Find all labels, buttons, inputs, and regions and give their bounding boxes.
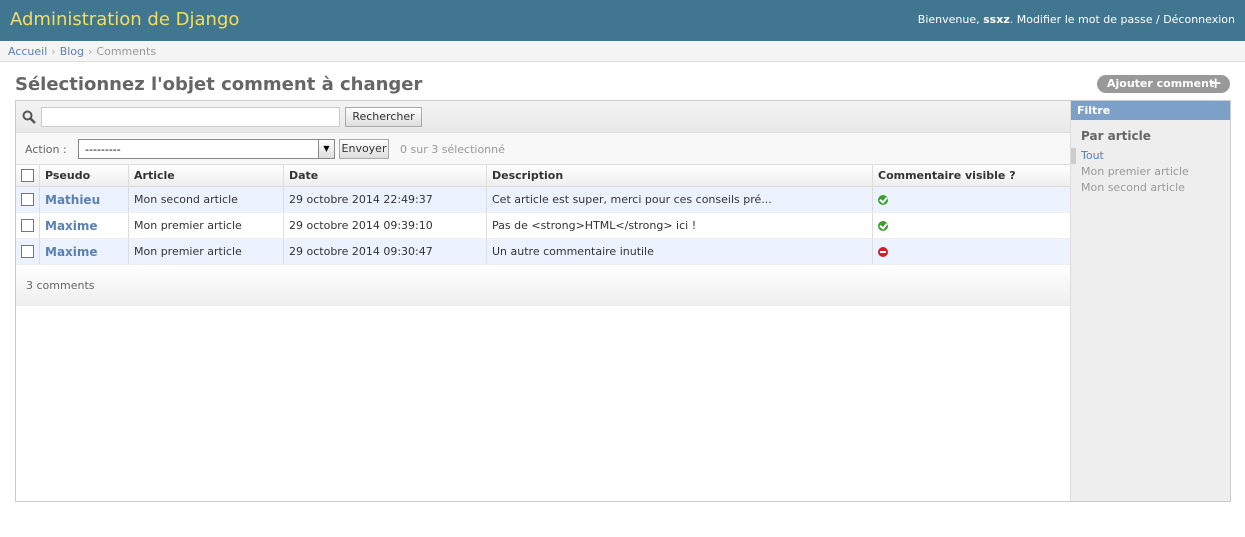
visible-cell [872, 186, 1070, 213]
breadcrumb-separator: › [88, 45, 93, 58]
row-select-cell [16, 186, 40, 213]
select-all-header [16, 165, 40, 187]
actions-bar: Action : --------- ▼ Envoyer 0 sur 3 sél… [16, 133, 1070, 165]
date-cell: 29 octobre 2014 09:30:47 [283, 238, 487, 265]
plus-icon: + [1209, 74, 1222, 92]
row-checkbox[interactable] [21, 219, 34, 233]
visible-cell [872, 212, 1070, 239]
changelist: Rechercher Action : --------- ▼ Envoyer … [15, 100, 1231, 502]
filter-option-all: Tout [1071, 148, 1231, 164]
user-tools: Bienvenue, ssxz. Modifier le mot de pass… [917, 13, 1235, 26]
yes-icon [878, 195, 888, 205]
username: ssxz [983, 13, 1010, 26]
result-table: Pseudo Article Date Description Commenta… [16, 165, 1070, 265]
table-row: Maxime Mon premier article 29 octobre 20… [16, 238, 1070, 265]
date-cell: 29 octobre 2014 22:49:37 [283, 186, 487, 213]
pseudo-cell: Maxime [39, 212, 129, 239]
chevron-down-icon: ▼ [318, 140, 334, 158]
filter-heading: Par article [1081, 129, 1151, 143]
header: Administration de Django Bienvenue, ssxz… [0, 0, 1245, 41]
search-button[interactable]: Rechercher [345, 107, 422, 127]
site-name[interactable]: Administration de Django [10, 9, 239, 30]
date-cell: 29 octobre 2014 09:39:10 [283, 212, 487, 239]
action-label: Action : [25, 143, 67, 156]
filter-link-all[interactable]: Tout [1081, 149, 1104, 162]
action-select[interactable]: --------- ▼ [78, 139, 335, 159]
row-checkbox[interactable] [21, 245, 34, 259]
pseudo-link[interactable]: Mathieu [45, 193, 100, 207]
filter-list: Tout Mon premier article Mon second arti… [1071, 148, 1231, 196]
row-checkbox[interactable] [21, 193, 34, 207]
pseudo-cell: Maxime [39, 238, 129, 265]
column-header-pseudo[interactable]: Pseudo [39, 165, 129, 187]
column-header-date[interactable]: Date [283, 165, 487, 187]
filter-option-first-article: Mon premier article [1071, 164, 1231, 180]
breadcrumb-separator: › [51, 45, 56, 58]
filter-link-first-article[interactable]: Mon premier article [1081, 165, 1189, 178]
search-toolbar: Rechercher [16, 101, 1070, 133]
logout-link[interactable]: Déconnexion [1163, 13, 1235, 26]
row-select-cell [16, 238, 40, 265]
paginator: 3 comments [16, 264, 1070, 306]
page-title: Sélectionnez l'objet comment à changer [15, 74, 423, 95]
table-row: Mathieu Mon second article 29 octobre 20… [16, 186, 1070, 213]
description-cell: Cet article est super, merci pour ces co… [486, 186, 873, 213]
column-header-visible[interactable]: Commentaire visible ? [872, 165, 1070, 187]
change-password-link[interactable]: Modifier le mot de passe [1017, 13, 1153, 26]
breadcrumb: Accueil › Blog › Comments [0, 41, 1245, 62]
row-select-cell [16, 212, 40, 239]
go-button[interactable]: Envoyer [339, 139, 389, 159]
add-comment-label: Ajouter comment [1107, 77, 1215, 90]
column-header-description[interactable]: Description [486, 165, 873, 187]
column-header-article[interactable]: Article [128, 165, 284, 187]
yes-icon [878, 221, 888, 231]
description-cell: Un autre commentaire inutile [486, 238, 873, 265]
visible-cell [872, 238, 1070, 265]
action-select-value: --------- [85, 143, 121, 156]
select-all-checkbox[interactable] [21, 169, 34, 183]
pseudo-cell: Mathieu [39, 186, 129, 213]
article-cell: Mon premier article [128, 212, 284, 239]
filter-sidebar: Filtre Par article Tout Mon premier arti… [1070, 101, 1230, 501]
table-row: Maxime Mon premier article 29 octobre 20… [16, 212, 1070, 239]
pseudo-link[interactable]: Maxime [45, 245, 98, 259]
breadcrumb-home[interactable]: Accueil [8, 45, 47, 58]
description-cell: Pas de <strong>HTML</strong> ici ! [486, 212, 873, 239]
breadcrumb-blog[interactable]: Blog [60, 45, 84, 58]
welcome-text: Bienvenue, [917, 13, 980, 26]
article-cell: Mon second article [128, 186, 284, 213]
user-tools-separator: / [1155, 13, 1160, 26]
breadcrumb-current: Comments [96, 45, 157, 58]
article-cell: Mon premier article [128, 238, 284, 265]
filter-title: Filtre [1071, 101, 1230, 120]
pseudo-link[interactable]: Maxime [45, 219, 98, 233]
no-icon [878, 247, 888, 257]
filter-option-second-article: Mon second article [1071, 180, 1231, 196]
add-comment-button[interactable]: Ajouter comment + [1097, 75, 1230, 93]
action-counter: 0 sur 3 sélectionné [400, 143, 505, 156]
search-input[interactable] [41, 107, 340, 127]
filter-link-second-article[interactable]: Mon second article [1081, 181, 1185, 194]
table-header-row: Pseudo Article Date Description Commenta… [16, 165, 1070, 187]
search-icon [22, 110, 36, 124]
